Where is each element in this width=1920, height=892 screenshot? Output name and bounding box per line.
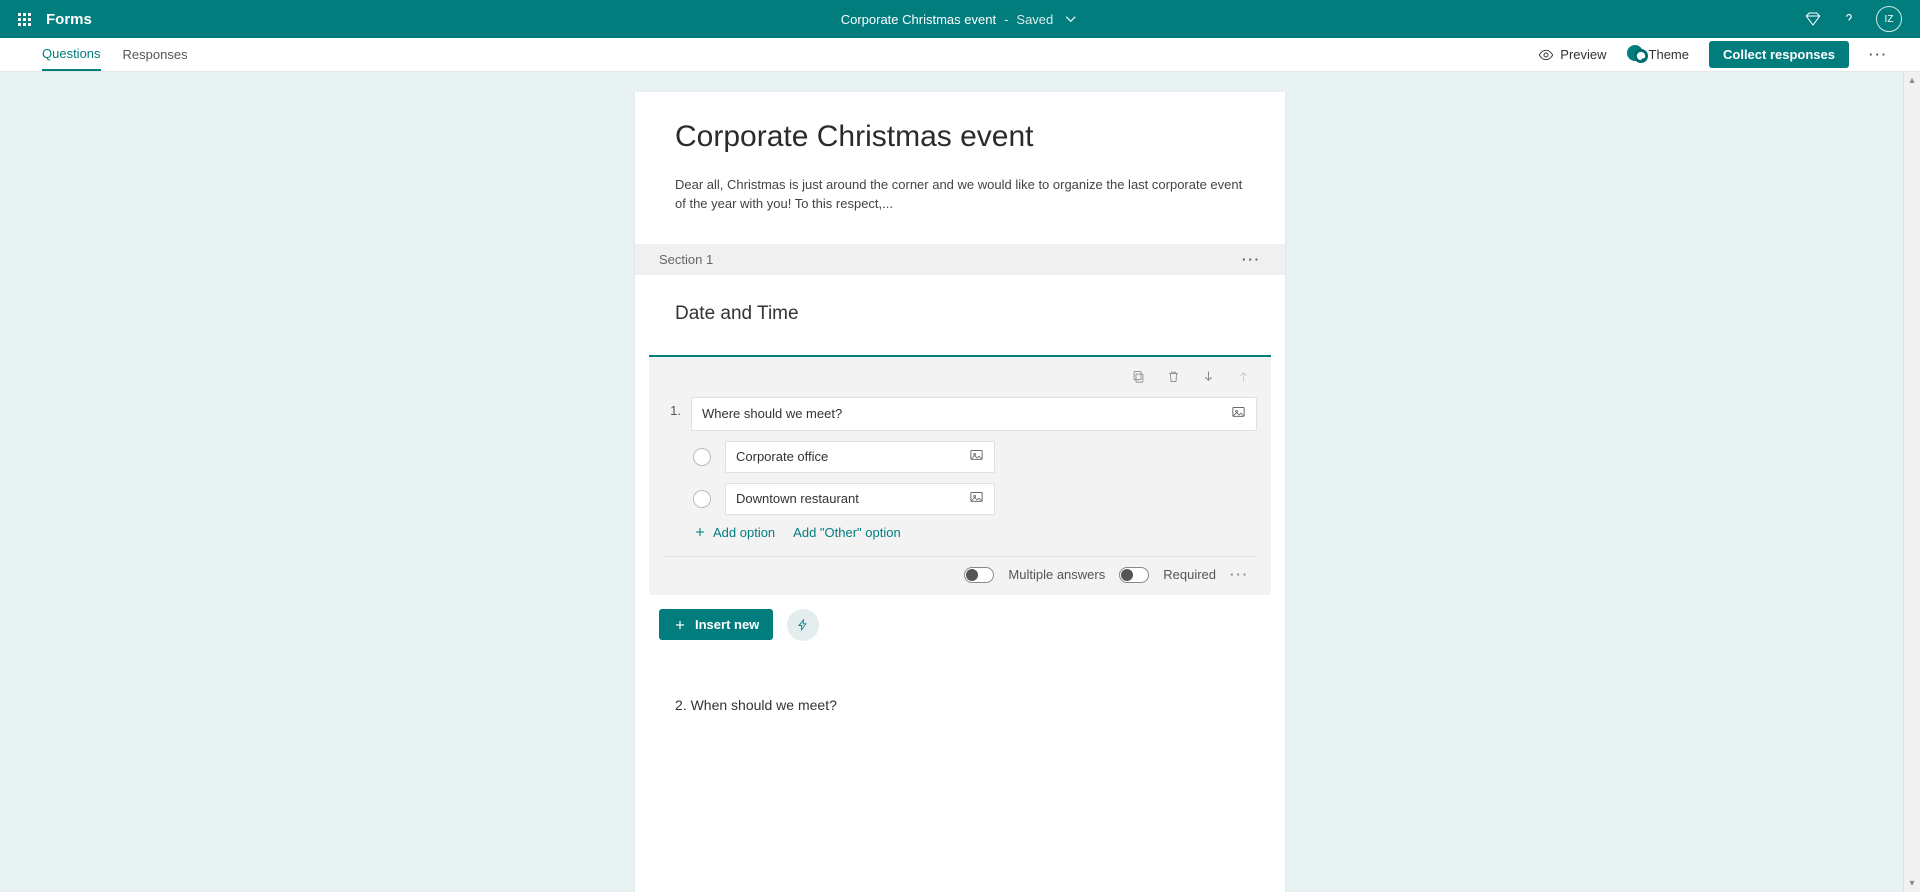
add-other-button[interactable]: Add "Other" option <box>793 525 901 540</box>
help-icon[interactable] <box>1840 10 1858 28</box>
plus-icon <box>693 525 707 539</box>
more-options-button[interactable]: ··· <box>1869 47 1888 62</box>
lightning-icon <box>796 618 810 632</box>
option-2-input[interactable]: Downtown restaurant <box>725 483 995 515</box>
collect-responses-button[interactable]: Collect responses <box>1709 41 1849 68</box>
add-option-button[interactable]: Add option <box>693 525 775 540</box>
command-bar: Questions Responses Preview Theme Collec… <box>0 38 1920 72</box>
section-body[interactable]: Date and Time <box>635 275 1285 339</box>
insert-new-button[interactable]: Insert new <box>659 609 773 640</box>
waffle-icon <box>18 13 31 26</box>
canvas-area: Corporate Christmas event Dear all, Chri… <box>0 72 1920 892</box>
chevron-down-icon[interactable] <box>1061 10 1079 28</box>
question-title-input[interactable]: Where should we meet? <box>691 397 1257 431</box>
preview-label: Preview <box>1560 47 1606 62</box>
move-down-button[interactable] <box>1201 369 1216 389</box>
question-2-preview[interactable]: 2. When should we meet? <box>635 641 1285 733</box>
avatar-initials: IZ <box>1885 14 1894 25</box>
theme-icon <box>1627 45 1643 64</box>
theme-button[interactable]: Theme <box>1627 45 1689 64</box>
multiple-answers-label: Multiple answers <box>1008 567 1105 582</box>
form-title-text: Corporate Christmas event <box>841 12 996 27</box>
multiple-answers-toggle[interactable] <box>964 567 994 583</box>
form-title-bar[interactable]: Corporate Christmas event - Saved <box>841 10 1080 28</box>
question-title-text: Where should we meet? <box>702 406 842 421</box>
plus-icon <box>673 618 687 632</box>
move-up-button[interactable] <box>1236 369 1251 389</box>
preview-button[interactable]: Preview <box>1538 47 1606 63</box>
app-name[interactable]: Forms <box>46 11 92 28</box>
question-toolbar <box>663 367 1257 397</box>
insert-media-icon[interactable] <box>1231 405 1246 423</box>
save-status: Saved <box>1016 12 1053 27</box>
copy-question-button[interactable] <box>1131 369 1146 389</box>
question-2-number: 2. <box>675 697 687 713</box>
add-option-row: Add option Add "Other" option <box>693 525 1257 540</box>
form-card: Corporate Christmas event Dear all, Chri… <box>635 92 1285 892</box>
question-footer: Multiple answers Required ··· <box>663 556 1257 595</box>
scroll-down-arrow[interactable]: ▾ <box>1904 875 1920 892</box>
mode-tabs: Questions Responses <box>42 38 188 71</box>
scroll-up-arrow[interactable]: ▴ <box>1904 72 1920 89</box>
vertical-scrollbar[interactable]: ▴ ▾ <box>1903 72 1920 892</box>
question-2-text: When should we meet? <box>691 697 837 713</box>
insert-new-label: Insert new <box>695 617 759 632</box>
option-row-1: Corporate office <box>693 441 1257 473</box>
radio-icon <box>693 448 711 466</box>
question-title-row: 1. Where should we meet? <box>663 397 1257 441</box>
required-toggle[interactable] <box>1119 567 1149 583</box>
suggestions-button[interactable] <box>787 609 819 641</box>
tab-questions[interactable]: Questions <box>42 38 101 71</box>
theme-label: Theme <box>1649 47 1689 62</box>
top-bar: Forms Corporate Christmas event - Saved … <box>0 0 1920 38</box>
option-2-text: Downtown restaurant <box>736 491 859 506</box>
question-number: 1. <box>663 397 681 418</box>
option-media-icon[interactable] <box>969 448 984 466</box>
option-row-2: Downtown restaurant <box>693 483 1257 515</box>
question-1-editor: 1. Where should we meet? Corporate offic… <box>649 355 1271 595</box>
add-option-label: Add option <box>713 525 775 540</box>
tab-responses[interactable]: Responses <box>123 38 188 71</box>
option-1-text: Corporate office <box>736 449 828 464</box>
insert-row: Insert new <box>635 595 1285 641</box>
radio-icon <box>693 490 711 508</box>
user-avatar[interactable]: IZ <box>1876 6 1902 32</box>
eye-icon <box>1538 47 1554 63</box>
status-separator: - <box>1004 12 1008 27</box>
section-more-button[interactable]: ··· <box>1242 252 1261 267</box>
option-media-icon[interactable] <box>969 490 984 508</box>
delete-question-button[interactable] <box>1166 369 1181 389</box>
form-header[interactable]: Corporate Christmas event Dear all, Chri… <box>635 92 1285 244</box>
premium-icon[interactable] <box>1804 10 1822 28</box>
section-title[interactable]: Date and Time <box>675 303 1245 325</box>
form-title-heading[interactable]: Corporate Christmas event <box>675 120 1245 154</box>
form-description[interactable]: Dear all, Christmas is just around the c… <box>675 176 1245 214</box>
top-right-actions: IZ <box>1804 6 1914 32</box>
option-1-input[interactable]: Corporate office <box>725 441 995 473</box>
section-label: Section 1 <box>659 252 713 267</box>
app-launcher-button[interactable] <box>6 1 42 37</box>
question-more-button[interactable]: ··· <box>1230 567 1249 582</box>
command-right: Preview Theme Collect responses ··· <box>1538 41 1888 68</box>
required-label: Required <box>1163 567 1216 582</box>
section-header[interactable]: Section 1 ··· <box>635 244 1285 275</box>
